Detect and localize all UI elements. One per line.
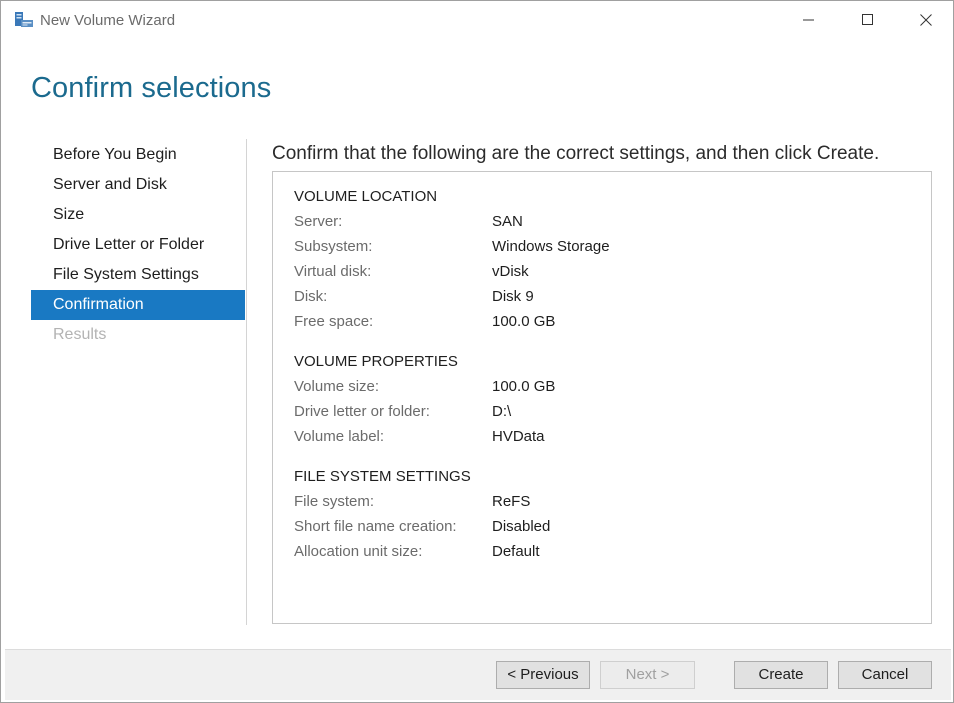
detail-value: Disabled (492, 518, 551, 535)
cancel-button[interactable]: Cancel (838, 661, 932, 689)
detail-value: vDisk (492, 263, 529, 280)
nav-item-confirmation[interactable]: Confirmation (31, 290, 245, 320)
nav-item-file-system-settings[interactable]: File System Settings (31, 260, 245, 290)
detail-label: File system: (294, 493, 375, 510)
detail-value: Default (492, 543, 540, 560)
detail-row: Volume label: HVData (294, 424, 545, 449)
detail-row: Free space: 100.0 GB (294, 309, 555, 334)
detail-row: File system: ReFS (294, 489, 530, 514)
section-title: VOLUME PROPERTIES (294, 353, 458, 370)
detail-label: Subsystem: (294, 238, 373, 255)
detail-label: Short file name creation: (294, 518, 457, 535)
section-title: VOLUME LOCATION (294, 188, 438, 205)
nav-item-before-you-begin[interactable]: Before You Begin (31, 140, 245, 170)
detail-value: Windows Storage (492, 238, 610, 255)
detail-row: Short file name creation: Disabled (294, 514, 550, 539)
title-bar[interactable]: New Volume Wizard (1, 1, 953, 39)
wizard-nav: Before You Begin Server and Disk Size Dr… (31, 140, 245, 350)
nav-item-results: Results (53, 326, 107, 343)
section-title: FILE SYSTEM SETTINGS (294, 468, 471, 485)
window-title: New Volume Wizard (40, 12, 176, 29)
detail-row: Server: SAN (294, 209, 523, 234)
minimize-icon (803, 14, 815, 26)
detail-value: 100.0 GB (492, 313, 556, 330)
detail-value: SAN (492, 213, 523, 230)
nav-item-server-and-disk[interactable]: Server and Disk (31, 170, 245, 200)
next-button: Next > (600, 661, 695, 689)
detail-value: 100.0 GB (492, 378, 556, 395)
minimize-button[interactable] (780, 1, 838, 39)
detail-label: Volume size: (294, 378, 380, 395)
section-volume-location: VOLUME LOCATION Server: SAN Subsystem: Win… (294, 184, 610, 334)
create-button[interactable]: Create (734, 661, 828, 689)
nav-item-size[interactable]: Size (31, 200, 245, 230)
detail-label: Disk: (294, 288, 328, 305)
detail-label: Allocation unit size: (294, 543, 423, 560)
detail-row: Disk: Disk 9 (294, 284, 534, 309)
detail-row: Drive letter or folder: D:\ (294, 399, 511, 424)
nav-divider (246, 139, 247, 625)
detail-row: Volume size: 100.0 GB (294, 374, 555, 399)
detail-value: D:\ (492, 403, 512, 420)
detail-value: Disk 9 (492, 288, 534, 305)
maximize-icon (862, 14, 874, 26)
wizard-window: New Volume Wizard Confirm selections Bef… (0, 0, 954, 703)
detail-label: Server: (294, 213, 343, 230)
detail-value: HVData (492, 428, 545, 445)
detail-row: Subsystem: Windows Storage (294, 234, 610, 259)
detail-row: Virtual disk: vDisk (294, 259, 529, 284)
page-title: Confirm selections (31, 72, 272, 104)
server-volume-icon (14, 11, 34, 29)
detail-label: Free space: (294, 313, 374, 330)
detail-value: ReFS (492, 493, 531, 510)
detail-label: Virtual disk: (294, 263, 372, 280)
confirmation-details-box[interactable]: VOLUME LOCATION Server: SAN Subsystem: Win… (272, 171, 932, 624)
detail-row: Allocation unit size: Default (294, 539, 540, 564)
nav-item-drive-letter-or-folder[interactable]: Drive Letter or Folder (31, 230, 245, 260)
close-button[interactable] (897, 1, 954, 39)
section-volume-properties: VOLUME PROPERTIES Volume size: 100.0 GB D… (294, 349, 555, 449)
previous-button[interactable]: < Previous (496, 661, 590, 689)
close-icon (920, 14, 932, 26)
detail-label: Volume label: (294, 428, 385, 445)
section-file-system-settings: FILE SYSTEM SETTINGS File system: ReFS Sh… (294, 464, 550, 564)
instruction-text: Confirm that the following are the corre… (272, 143, 880, 164)
maximize-button[interactable] (839, 1, 897, 39)
detail-label: Drive letter or folder: (294, 403, 430, 420)
